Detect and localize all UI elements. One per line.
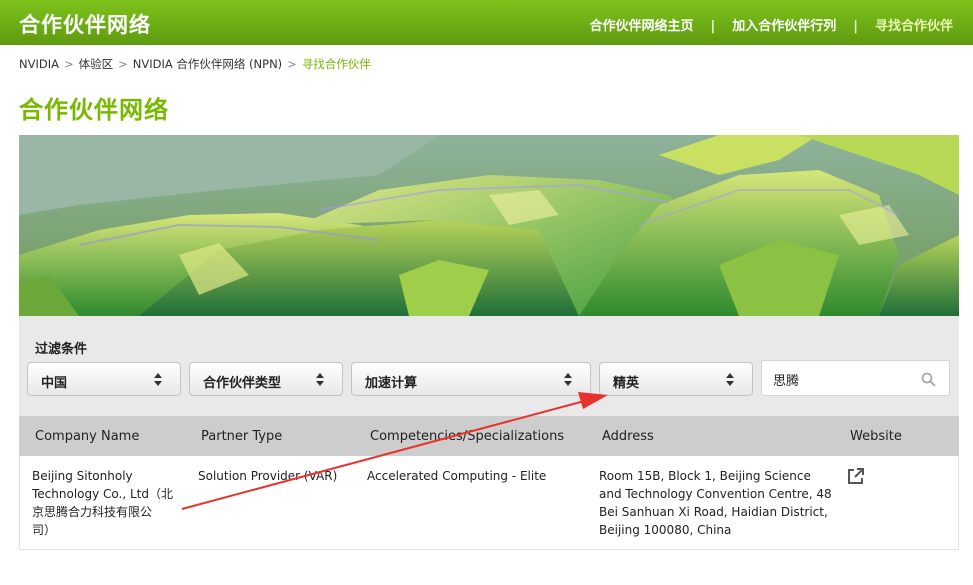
address-line: Beijing 100080, China [599,523,732,537]
partner-type-select-value: 合作伙伴类型 [203,376,282,391]
page-title: 合作伙伴网络 [19,96,169,124]
address-line: and Technology Convention Centre, 48 [599,487,832,501]
col-competencies: Competencies/Specializations [370,429,565,444]
search-icon[interactable] [921,372,936,387]
nav-join-partners[interactable]: 加入合作伙伴行列 [732,15,836,34]
partner-type-select[interactable]: 合作伙伴类型 [189,362,343,396]
col-partner-type: Partner Type [201,429,283,444]
col-company-name: Company Name [35,429,140,444]
level-select-value: 精英 [613,376,640,391]
nav-separator: | [710,19,716,34]
competency-cell: Accelerated Computing - Elite [367,469,547,483]
breadcrumb: NVIDIA > 体验区 > NVIDIA 合作伙伴网络 (NPN) > 寻找合作伙伴 [19,56,371,72]
external-link-icon[interactable] [846,466,866,486]
partner-type-cell: Solution Provider (VAR) [198,469,338,483]
caret-updown-icon [564,373,572,386]
company-name-line: Technology Co., Ltd（北 [32,487,173,501]
level-select[interactable]: 精英 [599,362,753,396]
caret-updown-icon [316,373,324,386]
col-website: Website [850,429,902,444]
competency-select[interactable]: 加速计算 [351,362,591,396]
brand-title[interactable]: 合作伙伴网络 [19,9,151,39]
results-table-header: Company Name Partner Type Competencies/S… [19,416,959,456]
address-line: Bei Sanhuan Xi Road, Haidian District, [599,505,828,519]
region-select-value: 中国 [41,376,68,391]
breadcrumb-separator: > [118,57,128,71]
nav-find-partner[interactable]: 寻找合作伙伴 [875,15,953,34]
company-name-cell: Beijing Sitonholy Technology Co., Ltd（北 … [32,467,187,539]
caret-updown-icon [154,373,162,386]
company-name-line: 司） [32,523,57,537]
hero-banner-image [19,135,959,316]
breadcrumb-current: 寻找合作伙伴 [301,57,371,71]
region-select[interactable]: 中国 [27,362,181,396]
address-cell: Room 15B, Block 1, Beijing Science and T… [599,467,839,539]
hero-artwork [19,135,959,316]
filter-panel: 过滤条件 中国 合作伙伴类型 加速计算 精英 思腾 [19,316,959,416]
breadcrumb-nvidia[interactable]: NVIDIA [19,57,59,71]
company-name-line: 京思腾合力科技有限公 [32,505,153,519]
top-nav: 合作伙伴网络主页 | 加入合作伙伴行列 | 寻找合作伙伴 [589,15,953,34]
filter-label: 过滤条件 [35,342,88,357]
breadcrumb-separator: > [63,57,74,71]
address-line: Room 15B, Block 1, Beijing Science [599,469,811,483]
breadcrumb-npn[interactable]: NVIDIA 合作伙伴网络 (NPN) [133,57,282,71]
nav-partner-home[interactable]: 合作伙伴网络主页 [589,15,693,34]
col-address: Address [602,429,654,444]
search-input-value[interactable]: 思腾 [773,370,799,389]
company-name-line: Beijing Sitonholy [32,469,133,483]
nav-separator: | [853,19,858,34]
search-field[interactable]: 思腾 [761,360,950,396]
breadcrumb-experience[interactable]: 体验区 [79,57,114,71]
top-navigation-bar: 合作伙伴网络 合作伙伴网络主页 | 加入合作伙伴行列 | 寻找合作伙伴 [0,0,973,45]
caret-updown-icon [726,373,734,386]
competency-select-value: 加速计算 [365,376,418,391]
table-row: Beijing Sitonholy Technology Co., Ltd（北 … [19,456,959,550]
breadcrumb-separator: > [287,57,297,71]
